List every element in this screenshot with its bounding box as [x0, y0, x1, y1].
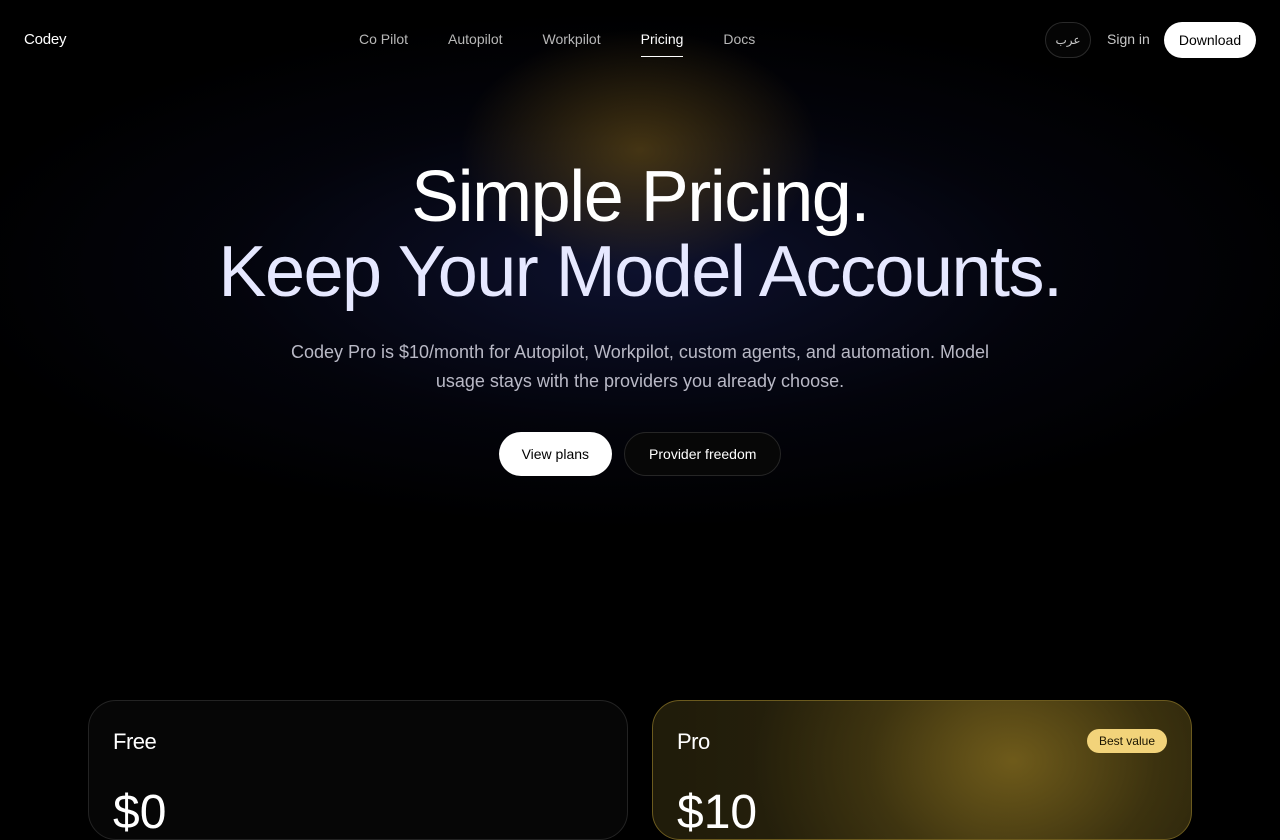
nav-link-autopilot[interactable]: Autopilot: [428, 31, 522, 47]
brand-logo[interactable]: Codey: [24, 31, 67, 48]
view-plans-button[interactable]: View plans: [498, 432, 613, 476]
sign-in-link[interactable]: Sign in: [1107, 31, 1150, 47]
top-navigation: Codey Co Pilot Autopilot Workpilot Prici…: [0, 0, 1280, 80]
hero-title-line-2: Keep Your Model Accounts.: [218, 232, 1063, 312]
plan-card-free: Free $0: [88, 700, 628, 840]
language-toggle-button[interactable]: عرب: [1045, 22, 1091, 58]
plan-name: Free: [113, 729, 157, 754]
plan-card-pro: Pro Best value $10: [652, 700, 1192, 840]
hero-title-line-1: Simple Pricing.: [411, 157, 870, 237]
plan-name: Pro: [677, 729, 710, 754]
provider-freedom-button[interactable]: Provider freedom: [624, 432, 782, 476]
hero-cta-row: View plans Provider freedom: [0, 432, 1280, 476]
nav-link-copilot[interactable]: Co Pilot: [339, 31, 428, 47]
plan-price: $10: [677, 786, 758, 839]
nav-link-docs[interactable]: Docs: [703, 31, 775, 47]
hero-background-glow: [0, 0, 1280, 800]
nav-link-pricing[interactable]: Pricing: [621, 31, 704, 57]
plan-price: $0: [113, 786, 167, 839]
nav-link-workpilot[interactable]: Workpilot: [523, 31, 621, 47]
hero-subtitle: Codey Pro is $10/month for Autopilot, Wo…: [290, 342, 990, 391]
nav-links: Co Pilot Autopilot Workpilot Pricing Doc…: [339, 31, 775, 57]
best-value-badge: Best value: [1086, 729, 1167, 753]
download-button[interactable]: Download: [1164, 22, 1256, 58]
